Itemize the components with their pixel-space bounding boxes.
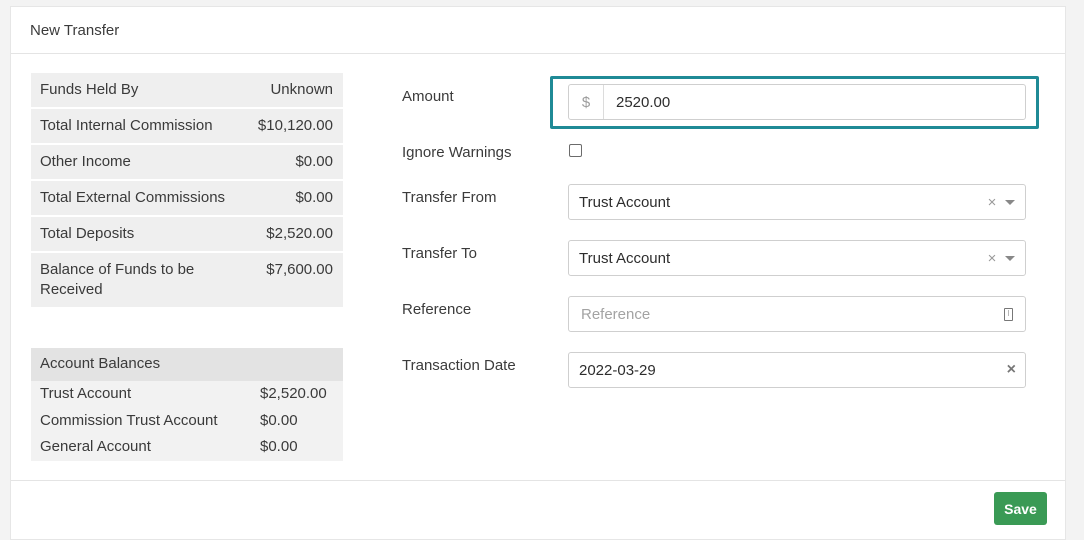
summary-value: $0.00 bbox=[295, 189, 333, 206]
transaction-date-input[interactable]: 2022-03-29 × bbox=[568, 352, 1026, 388]
ignore-warnings-label: Ignore Warnings bbox=[402, 144, 512, 161]
balance-value: $0.00 bbox=[260, 438, 298, 455]
account-balances-table: Account Balances Trust Account $2,520.00… bbox=[31, 348, 343, 461]
balance-label: Commission Trust Account bbox=[40, 411, 218, 429]
funds-summary-table: Funds Held By Unknown Total Internal Com… bbox=[31, 73, 343, 307]
summary-row: Total Internal Commission $10,120.00 bbox=[31, 109, 343, 145]
reference-input[interactable]: Reference ⁝ bbox=[568, 296, 1026, 332]
password-manager-icon[interactable]: ⁝ bbox=[1004, 307, 1013, 321]
summary-label: Balance of Funds to be Received bbox=[40, 261, 195, 298]
balance-row: General Account $0.00 bbox=[31, 434, 343, 461]
footer-divider bbox=[11, 480, 1065, 481]
chevron-down-icon[interactable] bbox=[1005, 255, 1015, 261]
summary-value: $0.00 bbox=[295, 153, 333, 170]
summary-value: $10,120.00 bbox=[257, 117, 333, 134]
transaction-date-value[interactable]: 2022-03-29 bbox=[569, 362, 1007, 379]
transfer-to-select[interactable]: Trust Account × bbox=[568, 240, 1026, 276]
transfer-from-select[interactable]: Trust Account × bbox=[568, 184, 1026, 220]
transfer-from-value: Trust Account bbox=[579, 193, 671, 211]
summary-row: Total Deposits $2,520.00 bbox=[31, 217, 343, 253]
balance-row: Commission Trust Account $0.00 bbox=[31, 408, 343, 435]
currency-prefix: $ bbox=[569, 85, 604, 119]
clear-icon[interactable]: × bbox=[985, 250, 999, 267]
balance-label: Trust Account bbox=[40, 385, 132, 402]
summary-label: Total Internal Commission bbox=[40, 117, 213, 134]
transfer-to-label: Transfer To bbox=[402, 245, 478, 262]
amount-label: Amount bbox=[402, 88, 454, 105]
summary-value: $7,600.00 bbox=[266, 261, 333, 278]
summary-row: Balance of Funds to be Received $7,600.0… bbox=[31, 253, 343, 307]
summary-value: $2,520.00 bbox=[266, 225, 333, 242]
summary-label: Total External Commissions bbox=[40, 189, 226, 206]
transfer-from-label: Transfer From bbox=[402, 189, 497, 206]
balance-value: $0.00 bbox=[260, 411, 298, 429]
balance-value: $2,520.00 bbox=[260, 385, 327, 402]
account-balances-title: Account Balances bbox=[31, 348, 343, 381]
clear-icon[interactable]: × bbox=[985, 194, 999, 211]
summary-label: Total Deposits bbox=[40, 225, 135, 242]
balance-row: Trust Account $2,520.00 bbox=[31, 381, 343, 408]
summary-value: Unknown bbox=[270, 81, 333, 98]
save-button[interactable]: Save bbox=[994, 492, 1047, 525]
transaction-date-label: Transaction Date bbox=[402, 357, 516, 374]
new-transfer-panel: New Transfer Funds Held By Unknown Total… bbox=[10, 6, 1066, 540]
balance-label: General Account bbox=[40, 438, 151, 455]
reference-label: Reference bbox=[402, 301, 472, 318]
summary-label: Other Income bbox=[40, 153, 131, 170]
summary-label: Funds Held By bbox=[40, 81, 139, 98]
panel-title: New Transfer bbox=[11, 7, 1065, 54]
amount-input[interactable]: $ 2520.00 bbox=[568, 84, 1026, 120]
amount-value[interactable]: 2520.00 bbox=[604, 94, 670, 111]
ignore-warnings-checkbox[interactable] bbox=[569, 144, 582, 157]
chevron-down-icon[interactable] bbox=[1005, 199, 1015, 205]
summary-row: Total External Commissions $0.00 bbox=[31, 181, 343, 217]
transfer-to-value: Trust Account bbox=[579, 249, 671, 267]
clear-icon[interactable]: × bbox=[1007, 361, 1016, 379]
reference-placeholder[interactable]: Reference bbox=[569, 306, 1004, 323]
summary-row: Other Income $0.00 bbox=[31, 145, 343, 181]
summary-row: Funds Held By Unknown bbox=[31, 73, 343, 109]
